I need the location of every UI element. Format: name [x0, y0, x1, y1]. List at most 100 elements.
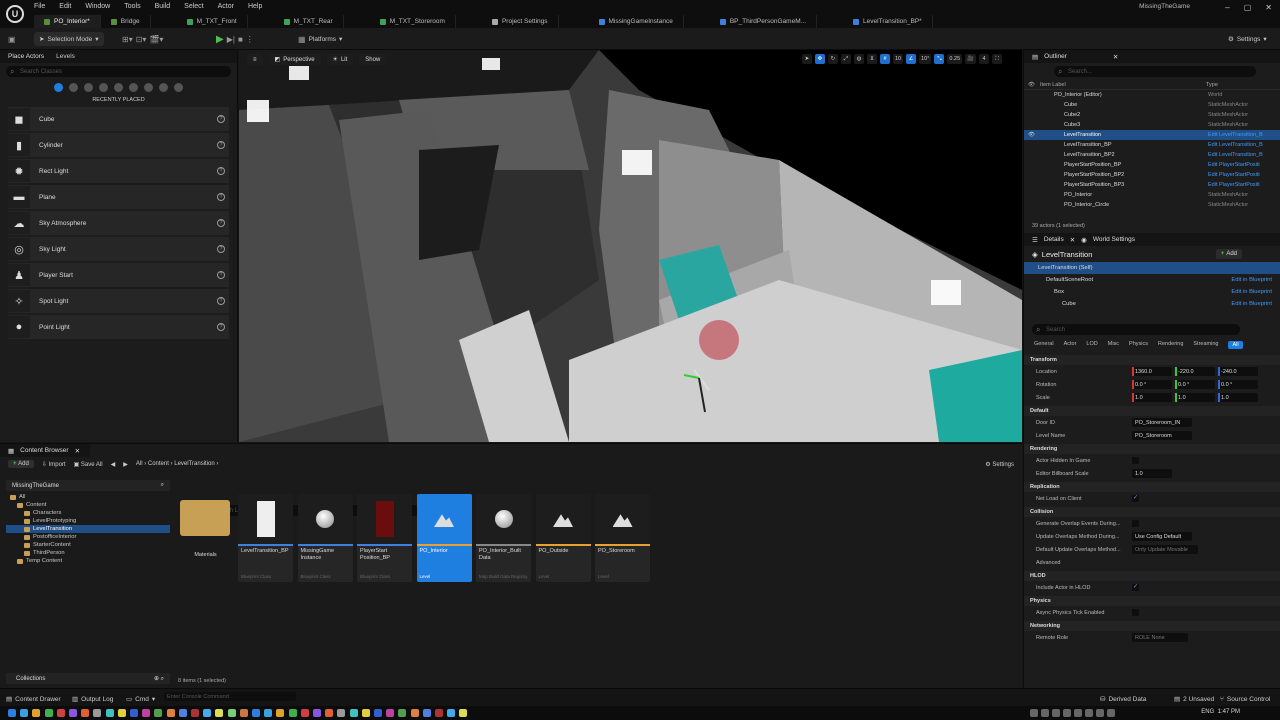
door-id-field[interactable]: PO_Storeroom_IN: [1132, 418, 1192, 427]
component-row[interactable]: DefaultSceneRoot Edit in Blueprint: [1024, 274, 1280, 286]
edit-in-blueprint-link[interactable]: Edit in Blueprint: [1231, 277, 1272, 283]
taskbar-app-icon[interactable]: [166, 709, 175, 717]
scale-x[interactable]: 1.0: [1132, 393, 1172, 402]
asset-tile[interactable]: PlayerStart Position_BP Blueprint Class: [357, 494, 412, 582]
search-icon[interactable]: ⌕: [161, 482, 164, 489]
category-tab-physics[interactable]: Physics: [1129, 341, 1148, 349]
taskbar-app-icon[interactable]: [276, 709, 285, 717]
help-icon[interactable]: ?: [217, 141, 225, 149]
settings-button[interactable]: Settings: [1237, 36, 1261, 43]
taskbar-app-icon[interactable]: [178, 709, 187, 717]
taskbar-app-icon[interactable]: [130, 709, 138, 717]
section-networking[interactable]: Networking: [1024, 621, 1280, 631]
menu-item-window[interactable]: Window: [85, 3, 110, 10]
hidden-checkbox[interactable]: [1132, 457, 1139, 464]
gen-overlap-checkbox[interactable]: [1132, 520, 1139, 527]
rotation-label[interactable]: Rotation: [1036, 382, 1057, 388]
menu-item-tools[interactable]: Tools: [124, 3, 140, 10]
outliner-item-type[interactable]: Edit LevelTransition_B: [1208, 152, 1263, 158]
content-settings-button[interactable]: ⚙ Settings: [985, 461, 1014, 468]
advanced-row[interactable]: Advanced: [1024, 556, 1280, 569]
editor-tab[interactable]: MissingGameInstance: [589, 15, 684, 28]
rotation-z[interactable]: 0.0 °: [1218, 380, 1258, 389]
tray-icon[interactable]: [1107, 709, 1115, 717]
taskbar-app-icon[interactable]: [386, 709, 395, 717]
outliner-row[interactable]: PO_Interior (Editor) World: [1024, 90, 1280, 100]
outliner-row[interactable]: Cube2 StaticMeshActor: [1024, 110, 1280, 120]
rotation-snap-icon[interactable]: ∠: [906, 54, 917, 64]
cinematic-icon[interactable]: [114, 82, 123, 92]
cinematics-icon[interactable]: 🎬▾: [149, 35, 163, 44]
location-label[interactable]: Location: [1036, 369, 1057, 375]
taskbar-app-icon[interactable]: [105, 709, 114, 717]
taskbar-app-icon[interactable]: [410, 709, 419, 717]
help-icon[interactable]: ?: [217, 115, 225, 123]
menu-item-file[interactable]: File: [34, 3, 45, 10]
location-y[interactable]: -220.0: [1175, 367, 1215, 376]
step-icon[interactable]: ▶|: [227, 35, 235, 44]
tab-world-settings[interactable]: World Settings: [1093, 236, 1135, 243]
outliner-search[interactable]: Search...: [1054, 66, 1256, 77]
tray-icon[interactable]: [1041, 709, 1049, 717]
platforms-button[interactable]: Platforms: [309, 36, 336, 43]
taskbar-app-icon[interactable]: [374, 709, 382, 717]
tray-icon[interactable]: [1030, 709, 1038, 717]
asset-tile[interactable]: PO_Storeroom Level: [595, 494, 650, 582]
taskbar-app-icon[interactable]: [142, 709, 151, 717]
actor-item[interactable]: ◎ Sky Light?: [8, 237, 229, 261]
select-tool-icon[interactable]: ➤: [801, 54, 812, 64]
editor-tab[interactable]: BP_ThirdPersonGameM...: [710, 15, 818, 28]
stop-icon[interactable]: ■: [238, 35, 243, 44]
taskbar-app-icon[interactable]: [32, 709, 41, 717]
taskbar-app-icon[interactable]: [459, 709, 468, 717]
tray-icon[interactable]: [1063, 709, 1071, 717]
editor-tab[interactable]: Project Settings: [482, 15, 559, 28]
outliner-row[interactable]: PlayerStartPosition_BP3 Edit PlayerStartP…: [1024, 180, 1280, 190]
close-icon[interactable]: ✕: [1113, 53, 1118, 61]
taskbar-app-icon[interactable]: [191, 709, 199, 717]
rotation-x[interactable]: 0.0 °: [1132, 380, 1172, 389]
crumb-all[interactable]: All: [136, 461, 143, 467]
add-actor-icon[interactable]: ⊞▾: [122, 35, 133, 44]
play-icon[interactable]: ▶: [216, 34, 224, 45]
save-icon[interactable]: ▣: [8, 32, 16, 46]
taskbar-app-icon[interactable]: [349, 709, 358, 717]
all-classes-icon[interactable]: [174, 82, 183, 92]
scale-snap-value[interactable]: 0.25: [947, 54, 963, 64]
category-tab-rendering[interactable]: Rendering: [1158, 341, 1183, 349]
col-item-label[interactable]: Item Label: [1038, 82, 1206, 88]
close-icon[interactable]: ✕: [1265, 3, 1272, 12]
taskbar-app-icon[interactable]: [56, 709, 65, 717]
category-tab-streaming[interactable]: Streaming: [1193, 341, 1218, 349]
tree-folder[interactable]: ThirdPerson: [6, 549, 170, 557]
editor-tab[interactable]: PO_Interior*: [34, 15, 101, 28]
category-tab-all[interactable]: All: [1228, 341, 1243, 349]
outliner-item-type[interactable]: Edit PlayerStartPositi: [1208, 162, 1260, 168]
taskbar-app-icon[interactable]: [239, 709, 248, 717]
taskbar-app-icon[interactable]: [93, 709, 102, 717]
category-tab-general[interactable]: General: [1034, 341, 1054, 349]
editor-tab[interactable]: LevelTransition_BP*: [843, 15, 933, 28]
upd-overlap-dropdown[interactable]: Use Config Default: [1132, 532, 1192, 541]
taskbar-app-icon[interactable]: [361, 709, 370, 717]
rotation-snap-value[interactable]: 10°: [919, 54, 932, 64]
billboard-field[interactable]: 1.0: [1132, 469, 1172, 478]
grid-snap-icon[interactable]: #: [879, 54, 890, 64]
import-button[interactable]: ⇩ Import: [42, 461, 66, 468]
category-tab-actor[interactable]: Actor: [1064, 341, 1077, 349]
edit-in-blueprint-link[interactable]: Edit in Blueprint: [1231, 289, 1272, 295]
details-search[interactable]: Search: [1032, 324, 1240, 335]
help-icon[interactable]: ?: [217, 245, 225, 253]
camera-speed-value[interactable]: 4: [979, 54, 989, 64]
outliner-row[interactable]: LevelTransition_BP Edit LevelTransition_B: [1024, 140, 1280, 150]
help-icon[interactable]: ?: [217, 167, 225, 175]
menu-item-help[interactable]: Help: [248, 3, 262, 10]
history-forward-icon[interactable]: ▶: [123, 461, 128, 468]
tree-folder[interactable]: StarterContent: [6, 541, 170, 549]
scale-z[interactable]: 1.0: [1218, 393, 1258, 402]
menu-item-edit[interactable]: Edit: [59, 3, 71, 10]
taskbar-app-icon[interactable]: [227, 709, 236, 717]
add-component-button[interactable]: + Add: [1215, 249, 1242, 259]
actor-item[interactable]: ● Point Light?: [8, 315, 229, 339]
section-rendering[interactable]: Rendering: [1024, 444, 1280, 454]
